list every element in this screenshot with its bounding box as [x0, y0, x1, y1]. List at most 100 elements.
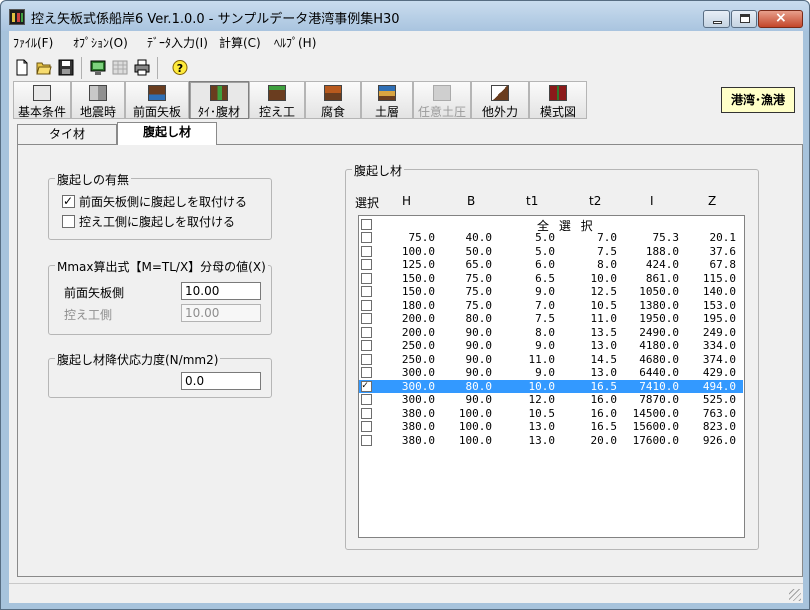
table-row[interactable]: ✓ 300.0 80.0 10.0 16.5 7410.0 494.0 [359, 379, 743, 393]
table-row[interactable]: 300.0 90.0 12.0 16.0 7870.0 525.0 [359, 393, 743, 406]
table-cell: 1950.0 [639, 312, 679, 325]
nav-external-force-button[interactable]: 他外力 [471, 81, 529, 119]
row-checkbox[interactable] [361, 259, 372, 270]
menu-data-input[interactable]: ﾃﾞｰﾀ入力(I) [147, 34, 208, 51]
yield-stress-input[interactable]: 0.0 [181, 372, 261, 390]
table-cell: 16.0 [590, 406, 618, 420]
row-checkbox[interactable] [361, 272, 372, 284]
front-wale-checkbox[interactable]: ✓ [62, 194, 75, 208]
row-checkbox[interactable] [361, 394, 372, 405]
col-header-t1: t1 [526, 194, 539, 208]
wale-presence-group: 腹起しの有無 ✓ 前面矢板側に腹起しを取付ける 控え工側に腹起しを取付ける [48, 171, 272, 240]
table-cell: 4180.0 [639, 339, 679, 352]
table-cell: 7410.0 [639, 379, 679, 393]
nav-seismic-button[interactable]: 地震時 [71, 81, 125, 119]
row-checkbox[interactable] [361, 245, 372, 257]
maximize-icon [740, 14, 750, 23]
save-icon [58, 59, 74, 76]
resize-grip[interactable] [789, 589, 801, 601]
row-checkbox[interactable] [361, 340, 372, 351]
table-button[interactable] [109, 57, 131, 79]
nav-tie-wale-button[interactable]: ﾀｲ･腹材 [189, 81, 249, 119]
row-checkbox[interactable]: ✓ [361, 379, 372, 392]
tab-tie-material[interactable]: タイ材 [17, 124, 117, 144]
toolbar-separator [81, 57, 82, 79]
select-all-row[interactable]: 全 選 択 [359, 218, 745, 233]
print-button[interactable] [131, 57, 153, 79]
menu-file[interactable]: ﾌｧｲﾙ(F) [13, 34, 53, 51]
corrosion-icon [324, 85, 342, 101]
tab-wale-material[interactable]: 腹起し材 [117, 122, 217, 145]
app-icon [9, 9, 25, 25]
status-bar [9, 583, 803, 603]
app-window: 控え矢板式係船岸6 Ver.1.0.0 - サンプルデータ港湾事例集H30 × … [0, 0, 810, 610]
select-all-checkbox[interactable] [361, 219, 372, 230]
table-cell: 100.0 [458, 420, 492, 433]
table-row[interactable]: 150.0 75.0 9.0 12.5 1050.0 140.0 [359, 285, 743, 298]
table-row[interactable]: 200.0 80.0 7.5 11.0 1950.0 195.0 [359, 312, 743, 325]
anchor-divisor-input[interactable]: 10.00 [181, 304, 261, 322]
row-checkbox[interactable] [361, 367, 372, 378]
preview-button[interactable] [87, 57, 109, 79]
nav-custom-earth-pressure-button[interactable]: 任意土圧 [413, 81, 471, 119]
row-checkbox[interactable] [361, 434, 372, 446]
table-row[interactable]: 150.0 75.0 6.5 10.0 861.0 115.0 [359, 272, 743, 285]
table-cell: 6.5 [535, 271, 555, 285]
table-row[interactable]: 75.0 40.0 5.0 7.0 75.3 20.1 [359, 231, 743, 244]
help-button[interactable]: ? [169, 57, 191, 79]
table-row[interactable]: 200.0 90.0 8.0 13.5 2490.0 249.0 [359, 326, 743, 339]
table-cell: 17600.0 [632, 433, 679, 447]
table-row[interactable]: 300.0 90.0 9.0 13.0 6440.0 429.0 [359, 366, 743, 379]
anchor-wale-checkbox[interactable] [62, 215, 75, 228]
row-checkbox[interactable] [361, 407, 372, 419]
nav-front-sheetpile-button[interactable]: 前面矢板 [125, 81, 189, 119]
menu-calculate[interactable]: 計算(C) [219, 34, 261, 51]
row-checkbox[interactable] [361, 353, 372, 365]
table-cell: 7870.0 [639, 393, 679, 406]
wale-section-list[interactable]: 全 選 択 75.0 40.0 5.0 7.0 75.3 20.1 100.0 50.0 5.0… [358, 215, 745, 538]
close-button[interactable]: × [758, 10, 803, 28]
save-button[interactable] [55, 57, 77, 79]
table-cell: 4680.0 [639, 352, 679, 366]
nav-basic-conditions-button[interactable]: 基本条件 [13, 81, 71, 119]
table-cell: 10.0 [590, 271, 618, 285]
table-cell: 90.0 [465, 325, 493, 339]
row-checkbox[interactable] [361, 286, 372, 297]
nav-diagram-button[interactable]: 模式図 [529, 81, 587, 119]
table-row[interactable]: 250.0 90.0 9.0 13.0 4180.0 334.0 [359, 339, 743, 352]
table-icon [112, 60, 128, 75]
table-row[interactable]: 250.0 90.0 11.0 14.5 4680.0 374.0 [359, 353, 743, 366]
table-cell: 100.0 [458, 433, 492, 447]
checkmark-icon: ✓ [362, 379, 369, 391]
new-file-button[interactable] [11, 57, 33, 79]
nav-corrosion-button[interactable]: 腐食 [305, 81, 361, 119]
menu-options[interactable]: ｵﾌﾟｼｮﾝ(O) [73, 34, 128, 51]
table-row[interactable]: 380.0 100.0 13.0 16.5 15600.0 823.0 [359, 420, 743, 433]
table-cell: 7.0 [597, 231, 617, 244]
nav-soil-layer-button[interactable]: 土層 [361, 81, 413, 119]
table-cell: 10.0 [528, 379, 556, 393]
table-cell: 13.0 [528, 433, 556, 447]
minimize-button[interactable] [703, 10, 730, 28]
row-checkbox[interactable] [361, 313, 372, 324]
table-row[interactable]: 125.0 65.0 6.0 8.0 424.0 67.8 [359, 258, 743, 271]
menu-help[interactable]: ﾍﾙﾌﾟ(H) [274, 34, 316, 51]
maximize-button[interactable] [731, 10, 757, 28]
table-row[interactable]: 180.0 75.0 7.0 10.5 1380.0 153.0 [359, 299, 743, 312]
diagram-icon [549, 85, 567, 101]
table-row[interactable]: 380.0 100.0 10.5 16.0 14500.0 763.0 [359, 407, 743, 420]
table-row[interactable]: 100.0 50.0 5.0 7.5 188.0 37.6 [359, 245, 743, 258]
standard-toolbar: ? [9, 55, 803, 79]
nav-anchor-button[interactable]: 控え工 [249, 81, 305, 119]
row-checkbox[interactable] [361, 326, 372, 338]
table-row[interactable]: 380.0 100.0 13.0 20.0 17600.0 926.0 [359, 434, 743, 447]
open-file-button[interactable] [33, 57, 55, 79]
row-checkbox[interactable] [361, 232, 372, 243]
row-checkbox[interactable] [361, 299, 372, 311]
front-divisor-input[interactable]: 10.00 [181, 282, 261, 300]
mmax-group: Mmax算出式【M=TL/X】分母の値(X) 前面矢板側 10.00 控え工側 … [48, 258, 272, 335]
table-cell: 11.0 [528, 352, 556, 366]
title-bar[interactable]: 控え矢板式係船岸6 Ver.1.0.0 - サンプルデータ港湾事例集H30 × [1, 1, 809, 31]
nav-label: 控え工 [258, 105, 295, 119]
row-checkbox[interactable] [361, 421, 372, 432]
